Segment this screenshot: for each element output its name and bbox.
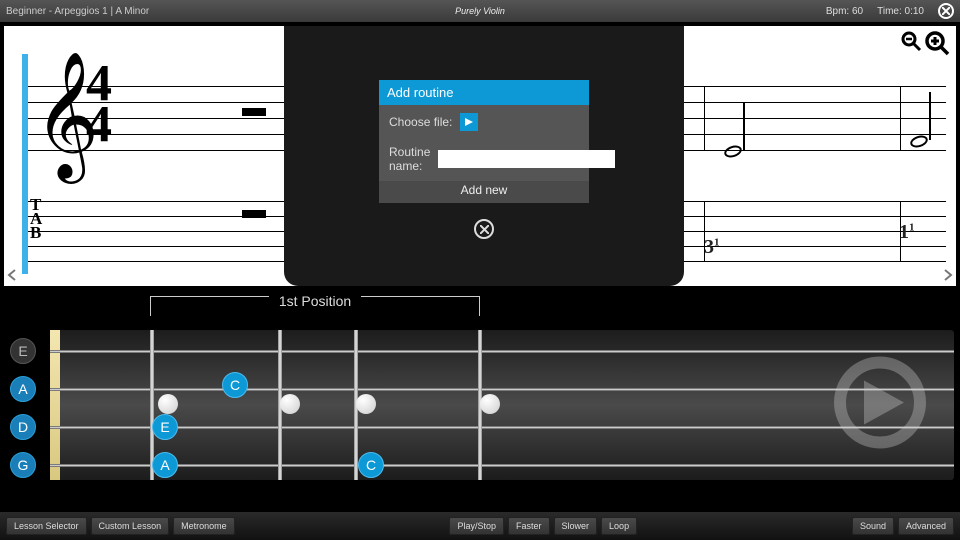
add-new-button[interactable]: Add new [379, 181, 589, 203]
tab-number: 11 [899, 221, 915, 244]
fretboard-note[interactable]: E [152, 414, 178, 440]
play-stop-button[interactable]: Play/Stop [449, 517, 504, 535]
zoom-out-button[interactable] [900, 30, 922, 56]
chevron-left-icon [6, 269, 18, 281]
close-button[interactable] [938, 3, 954, 19]
play-icon [464, 117, 474, 127]
marker-dot [356, 394, 376, 414]
open-string-e[interactable]: E [10, 338, 36, 364]
lesson-selector-button[interactable]: Lesson Selector [6, 517, 87, 535]
metronome-button[interactable]: Metronome [173, 517, 235, 535]
marker-dot [480, 394, 500, 414]
fretboard-note[interactable]: C [222, 372, 248, 398]
lesson-title: Beginner - Arpeggios 1 | A Minor [6, 6, 149, 17]
dialog-close-button[interactable] [474, 219, 494, 239]
time-signature: 4 4 [86, 64, 112, 145]
string [50, 464, 954, 467]
note-stem [743, 102, 745, 150]
faster-button[interactable]: Faster [508, 517, 550, 535]
bottom-bar: Lesson Selector Custom Lesson Metronome … [0, 512, 960, 540]
routine-name-label: Routine name: [389, 145, 430, 173]
string [50, 426, 954, 429]
slower-button[interactable]: Slower [554, 517, 598, 535]
open-string-g[interactable]: G [10, 452, 36, 478]
open-string-a[interactable]: A [10, 376, 36, 402]
app-brand: Purely Violin [445, 3, 515, 19]
fretboard[interactable]: C E A C [50, 330, 954, 480]
close-icon [480, 225, 489, 234]
fretboard-note[interactable]: A [152, 452, 178, 478]
whole-rest-icon [242, 210, 266, 218]
prev-page-button[interactable] [6, 268, 18, 284]
svg-text:Purely Violin: Purely Violin [455, 6, 505, 16]
barline [900, 86, 901, 150]
routine-name-input[interactable] [438, 150, 615, 168]
fretboard-note[interactable]: C [358, 452, 384, 478]
zoom-in-button[interactable] [924, 30, 950, 56]
marker-dot [158, 394, 178, 414]
loop-button[interactable]: Loop [601, 517, 637, 535]
whole-rest-icon [242, 108, 266, 116]
position-bracket: 1st Position [150, 296, 480, 316]
sound-button[interactable]: Sound [852, 517, 894, 535]
string [50, 350, 954, 353]
open-string-d[interactable]: D [10, 414, 36, 440]
position-label: 1st Position [269, 293, 361, 309]
chevron-right-icon [942, 269, 954, 281]
barline [704, 86, 705, 150]
choose-file-label: Choose file: [389, 115, 452, 129]
note-stem [929, 92, 931, 140]
next-page-button[interactable] [942, 268, 954, 284]
time-sig-bottom: 4 [86, 105, 112, 146]
modal-backdrop: Add routine Choose file: Routine name: A… [284, 26, 684, 286]
top-bar: Beginner - Arpeggios 1 | A Minor Purely … [0, 0, 960, 22]
time-display: Time: 0:10 [877, 6, 924, 17]
tab-number: 31 [704, 236, 720, 259]
advanced-button[interactable]: Advanced [898, 517, 954, 535]
advance-arrow-icon [830, 353, 930, 458]
close-icon [942, 7, 950, 15]
fretboard-panel: 1st Position E A D G C E A C [0, 292, 960, 496]
marker-dot [280, 394, 300, 414]
add-routine-dialog: Add routine Choose file: Routine name: A… [379, 80, 589, 203]
dialog-title: Add routine [379, 80, 589, 105]
notation-panel: 𝄞 4 4 T A B 11 31 11 Add routine Ch [4, 26, 956, 286]
choose-file-button[interactable] [460, 113, 478, 131]
custom-lesson-button[interactable]: Custom Lesson [91, 517, 170, 535]
bpm-display: Bpm: 60 [826, 6, 863, 17]
string [50, 388, 954, 391]
